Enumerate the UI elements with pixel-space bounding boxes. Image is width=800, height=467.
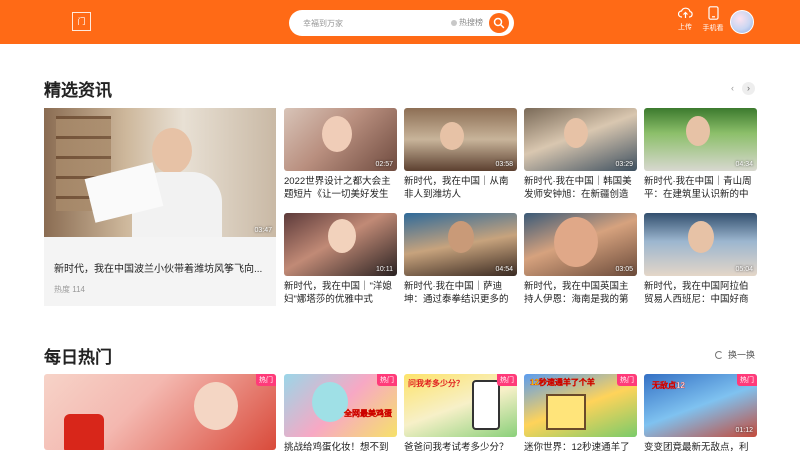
video-card[interactable]: 03:58 新时代，我在中国｜从南非人到潍坊人 (404, 108, 517, 201)
hot-tag: 热门 (737, 374, 757, 386)
thumbnail-caption: 12秒速通羊了个羊 (530, 378, 595, 387)
video-card[interactable]: 03:05 新时代，我在中国英国主持人伊恩：海南是我的第 (524, 213, 637, 306)
person-face (448, 221, 474, 253)
video-card[interactable]: 03:29 新时代·我在中国｜韩国美发师安钟旭：在新疆创造 (524, 108, 637, 201)
refresh-icon (715, 351, 723, 359)
hot-video-card[interactable]: 无敌点12 热门 01:12 变变团竟最新无敌点，利 (644, 374, 757, 467)
refresh-label: 换一换 (728, 350, 756, 360)
thumbnail-caption: 全网最美鸡蛋 (344, 409, 392, 418)
video-duration: 01:12 (735, 427, 753, 434)
hot-video-card[interactable]: 全网最美鸡蛋 热门 挑战给鸡蛋化妆！想不到 (284, 374, 397, 467)
person-face (440, 122, 464, 150)
carousel-prev-button[interactable]: ‹ (726, 82, 739, 95)
video-title[interactable]: 新时代，我在中国｜从南非人到潍坊人 (404, 175, 517, 201)
video-duration: 02:57 (375, 161, 393, 168)
video-title[interactable]: 迷你世界：12秒速通羊了 (524, 441, 637, 467)
video-thumbnail: 全网最美鸡蛋 热门 (284, 374, 397, 437)
mobile-label: 手机看 (702, 25, 724, 32)
carousel-next-button[interactable]: › (742, 82, 755, 95)
video-duration: 04:34 (735, 161, 753, 168)
featured-main-title[interactable]: 新时代，我在中国波兰小伙带着潍坊风筝飞向... (54, 260, 269, 275)
video-duration: 03:29 (615, 161, 633, 168)
person-face (564, 118, 588, 148)
person-face (152, 128, 192, 174)
video-thumbnail: 10:11 (284, 213, 397, 276)
person-face (322, 116, 352, 152)
mobile-watch-button[interactable]: 手机看 (698, 6, 728, 33)
game-character-graphic (546, 394, 586, 430)
top-bar: 门 热搜榜 上传 手机看 (0, 0, 800, 44)
video-title[interactable]: 新时代，我在中国阿拉伯贸易人西班尼：中国好商 (644, 280, 757, 306)
hot-video-card[interactable]: 问我考多少分？ 热门 爸爸问我考试考多少分？ (404, 374, 517, 467)
video-title[interactable]: 新时代·我在中国｜青山周平：在建筑里认识新的中 (644, 175, 757, 201)
hot-search-link[interactable]: 热搜榜 (451, 18, 483, 28)
video-thumbnail: 问我考多少分？ 热门 (404, 374, 517, 437)
upload-button[interactable]: 上传 (670, 6, 700, 32)
video-duration: 03:58 (495, 161, 513, 168)
video-thumbnail: 02:57 (284, 108, 397, 171)
featured-main-thumbnail: 03:47 (44, 108, 276, 237)
hot-main-card[interactable]: 热门 (44, 374, 276, 450)
person-face (554, 217, 598, 267)
can-graphic (64, 414, 104, 450)
video-duration: 03:47 (254, 227, 272, 234)
video-duration: 10:11 (376, 266, 393, 273)
video-title[interactable]: 2022世界设计之都大会主题短片《让一切美好发生 (284, 175, 397, 201)
hot-search-icon (451, 20, 457, 26)
video-thumbnail: 03:05 (524, 213, 637, 276)
chevron-left-icon: ‹ (731, 83, 734, 93)
video-title[interactable]: 挑战给鸡蛋化妆！想不到 (284, 441, 397, 467)
video-title[interactable]: 新时代，我在中国｜"洋媳妇"娜塔莎的优雅中式 (284, 280, 397, 306)
person-face (688, 221, 714, 253)
person-face (328, 219, 356, 253)
hot-tag: 热门 (497, 374, 517, 386)
phone-icon (707, 6, 719, 20)
video-title[interactable]: 新时代·我在中国｜萨迪坤：通过泰拳结识更多的中 (404, 280, 517, 306)
video-thumbnail: 12秒速通羊了个羊 热门 (524, 374, 637, 437)
hot-tag: 热门 (617, 374, 637, 386)
hot-tag: 热门 (377, 374, 397, 386)
section-title-featured: 精选资讯 (44, 81, 112, 100)
video-duration: 04:54 (495, 266, 513, 273)
video-duration: 05:04 (735, 266, 753, 273)
video-thumbnail: 03:29 (524, 108, 637, 171)
person-face (686, 116, 710, 146)
search-button[interactable] (489, 13, 509, 33)
video-card[interactable]: 02:57 2022世界设计之都大会主题短片《让一切美好发生 (284, 108, 397, 201)
user-avatar[interactable] (730, 10, 754, 34)
video-card[interactable]: 04:54 新时代·我在中国｜萨迪坤：通过泰拳结识更多的中 (404, 213, 517, 306)
phone-graphic (472, 380, 500, 430)
video-thumbnail: 03:58 (404, 108, 517, 171)
chevron-right-icon: › (747, 83, 750, 93)
hot-tag: 热门 (256, 374, 276, 386)
video-card[interactable]: 10:11 新时代，我在中国｜"洋媳妇"娜塔莎的优雅中式 (284, 213, 397, 306)
search-icon (493, 17, 505, 29)
video-title[interactable]: 新时代·我在中国｜韩国美发师安钟旭：在新疆创造 (524, 175, 637, 201)
video-thumbnail: 04:34 (644, 108, 757, 171)
thumbnail-caption: 问我考多少分？ (408, 379, 464, 388)
refresh-button[interactable]: 换一换 (715, 348, 755, 361)
video-title[interactable]: 爸爸问我考试考多少分？ (404, 441, 517, 467)
video-card[interactable]: 04:34 新时代·我在中国｜青山周平：在建筑里认识新的中 (644, 108, 757, 201)
video-thumbnail: 无敌点12 热门 01:12 (644, 374, 757, 437)
search-input[interactable] (303, 14, 443, 32)
cloud-upload-icon (677, 7, 693, 18)
video-duration: 03:05 (615, 266, 633, 273)
video-thumbnail: 04:54 (404, 213, 517, 276)
video-title[interactable]: 变变团竟最新无敌点，利 (644, 441, 757, 467)
video-title[interactable]: 新时代，我在中国英国主持人伊恩：海南是我的第 (524, 280, 637, 306)
video-thumbnail: 05:04 (644, 213, 757, 276)
search-box: 热搜榜 (289, 10, 514, 36)
upload-label: 上传 (678, 24, 692, 31)
featured-main-heat: 热度 114 (54, 285, 85, 294)
person-face (194, 382, 238, 430)
site-logo[interactable]: 门 (72, 12, 91, 31)
hot-video-card[interactable]: 12秒速通羊了个羊 热门 迷你世界：12秒速通羊了 (524, 374, 637, 467)
thumbnail-caption: 无敌点12 (652, 381, 685, 390)
egg-graphic (312, 382, 348, 422)
hot-search-label: 热搜榜 (459, 18, 483, 27)
video-card[interactable]: 05:04 新时代，我在中国阿拉伯贸易人西班尼：中国好商 (644, 213, 757, 306)
section-title-daily-hot: 每日热门 (44, 348, 112, 367)
featured-main-card[interactable]: 03:47 新时代，我在中国波兰小伙带着潍坊风筝飞向... 热度 114 (44, 108, 276, 306)
